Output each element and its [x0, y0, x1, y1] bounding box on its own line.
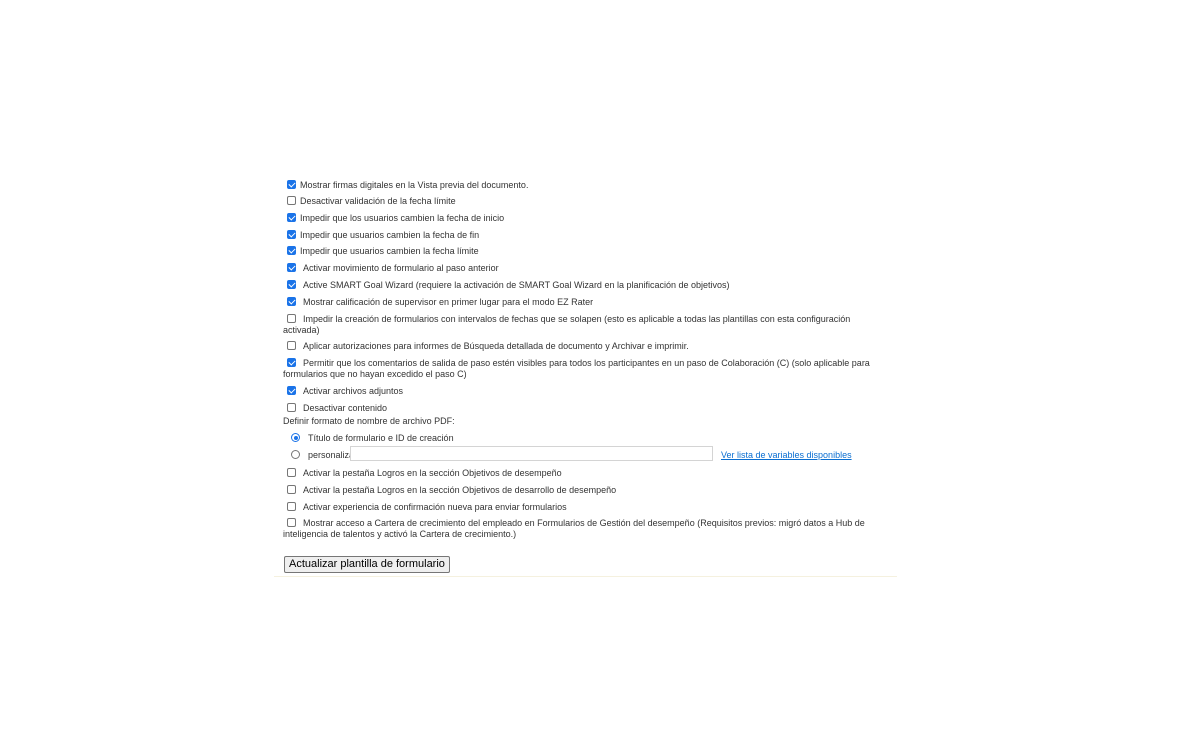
- setting-row: Activar movimiento de formulario al paso…: [283, 263, 887, 274]
- setting-row: Permitir que los comentarios de salida d…: [283, 358, 887, 380]
- pdf-option-row: Título de formulario e ID de creación: [283, 433, 887, 444]
- setting-label: Mostrar acceso a Cartera de crecimiento …: [283, 518, 865, 539]
- checkbox-achievements-tab-development[interactable]: [287, 485, 296, 494]
- checkbox-enable-attachments[interactable]: [287, 386, 296, 395]
- setting-label: Impedir la creación de formularios con i…: [283, 314, 851, 335]
- checkbox-prevent-end-date-change[interactable]: [287, 230, 296, 239]
- checkbox-disable-content[interactable]: [287, 403, 296, 412]
- checkbox-prevent-due-date-change[interactable]: [287, 246, 296, 255]
- setting-row: Aplicar autorizaciones para informes de …: [283, 341, 887, 352]
- setting-row: Active SMART Goal Wizard (requiere la ac…: [283, 280, 887, 291]
- checkbox-achievements-tab-performance[interactable]: [287, 468, 296, 477]
- checkbox-new-confirmation-experience[interactable]: [287, 502, 296, 511]
- setting-label: Permitir que los comentarios de salida d…: [283, 358, 870, 379]
- update-form-template-button[interactable]: Actualizar plantilla de formulario: [284, 556, 450, 573]
- setting-row: Impedir que usuarios cambien la fecha de…: [283, 230, 887, 241]
- setting-label: Activar la pestaña Logros en la sección …: [303, 468, 562, 478]
- setting-label: Impedir que usuarios cambien la fecha de…: [300, 230, 480, 240]
- setting-row: Activar experiencia de confirmación nuev…: [283, 502, 887, 513]
- variables-list-link[interactable]: Ver lista de variables disponibles: [721, 450, 852, 460]
- checkbox-apply-report-permissions[interactable]: [287, 341, 296, 350]
- checkbox-smart-goal-wizard[interactable]: [287, 280, 296, 289]
- setting-row: Activar la pestaña Logros en la sección …: [283, 485, 887, 496]
- radio-custom[interactable]: [291, 450, 300, 459]
- setting-row: Desactivar validación de la fecha límite: [283, 196, 887, 207]
- setting-label: Activar experiencia de confirmación nuev…: [303, 502, 567, 512]
- scrolled-out-area: [283, 0, 887, 174]
- pdf-option-label: Título de formulario e ID de creación: [308, 433, 454, 443]
- setting-label: Aplicar autorizaciones para informes de …: [303, 341, 689, 351]
- setting-row: Desactivar contenido: [283, 403, 887, 414]
- setting-row: Mostrar acceso a Cartera de crecimiento …: [283, 518, 887, 540]
- setting-label: Impedir que los usuarios cambien la fech…: [300, 213, 505, 223]
- custom-pdf-name-input[interactable]: [350, 446, 713, 461]
- setting-row: Mostrar firmas digitales en la Vista pre…: [283, 180, 887, 191]
- setting-label: Active SMART Goal Wizard (requiere la ac…: [303, 280, 730, 290]
- checkbox-prevent-overlapping-dates[interactable]: [287, 314, 296, 323]
- pdf-format-heading: Definir formato de nombre de archivo PDF…: [283, 416, 455, 426]
- setting-row: Activar la pestaña Logros en la sección …: [283, 468, 887, 479]
- setting-label: Mostrar calificación de supervisor en pr…: [303, 297, 594, 307]
- section-divider: [274, 576, 897, 577]
- form-template-settings-panel: . , . . , . , . . . , . . , . . . . . Mo…: [274, 0, 897, 750]
- setting-label: Activar la pestaña Logros en la sección …: [303, 485, 617, 495]
- setting-row: Impedir que usuarios cambien la fecha lí…: [283, 246, 887, 257]
- setting-row: Activar archivos adjuntos: [283, 386, 887, 397]
- checkbox-supervisor-rating-first[interactable]: [287, 297, 296, 306]
- checkbox-disable-due-date-validation[interactable]: [287, 196, 296, 205]
- checkbox-growth-portfolio-access[interactable]: [287, 518, 296, 527]
- setting-row: Mostrar calificación de supervisor en pr…: [283, 297, 887, 308]
- setting-label: Activar archivos adjuntos: [303, 386, 404, 396]
- setting-label: Impedir que usuarios cambien la fecha lí…: [300, 246, 479, 256]
- checkbox-show-digital-signatures[interactable]: [287, 180, 296, 189]
- checkbox-enable-previous-step-move[interactable]: [287, 263, 296, 272]
- setting-label: Mostrar firmas digitales en la Vista pre…: [300, 180, 529, 190]
- setting-label: Desactivar validación de la fecha límite: [300, 196, 456, 206]
- radio-title-and-id[interactable]: [291, 433, 300, 442]
- setting-label: Activar movimiento de formulario al paso…: [303, 263, 499, 273]
- setting-row: Impedir la creación de formularios con i…: [283, 314, 887, 336]
- setting-row: Impedir que los usuarios cambien la fech…: [283, 213, 887, 224]
- setting-label: Desactivar contenido: [303, 403, 388, 413]
- checkbox-prevent-start-date-change[interactable]: [287, 213, 296, 222]
- checkbox-step-exit-comments-visible[interactable]: [287, 358, 296, 367]
